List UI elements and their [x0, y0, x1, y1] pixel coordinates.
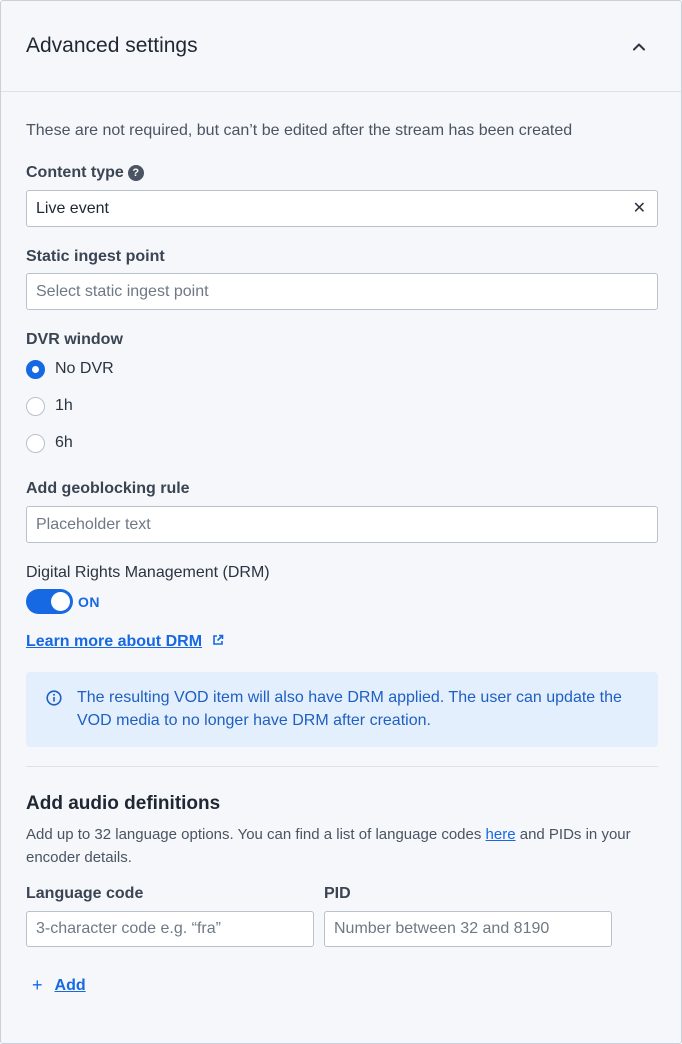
add-label: Add [54, 976, 86, 994]
close-icon[interactable]: ✕ [633, 191, 646, 226]
radio-option-1h[interactable]: 1h [26, 395, 73, 417]
content-type-label-text: Content type [26, 164, 124, 181]
drm-toggle[interactable] [26, 589, 73, 614]
audio-definitions-title: Add audio definitions [26, 793, 221, 814]
content-type-select[interactable]: Live event ✕ [26, 190, 658, 227]
panel-header[interactable]: Advanced settings [1, 1, 681, 92]
radio-button[interactable] [26, 396, 45, 416]
dvr-window-label: DVR window [26, 331, 123, 348]
radio-option-6h[interactable]: 6h [26, 432, 73, 454]
drm-label: Digital Rights Management (DRM) [26, 564, 270, 581]
learn-more-drm-text[interactable]: Learn more about DRM [26, 633, 202, 650]
chevron-up-icon [633, 43, 645, 51]
info-icon [46, 690, 62, 706]
geoblocking-placeholder: Placeholder text [36, 516, 151, 533]
collapse-button[interactable] [625, 33, 653, 61]
radio-label: 1h [55, 397, 73, 414]
geoblocking-input[interactable]: Placeholder text [26, 506, 658, 543]
static-ingest-placeholder: Select static ingest point [36, 283, 209, 300]
content-type-label: Content type? [26, 164, 144, 182]
divider [26, 766, 658, 767]
geoblocking-label: Add geoblocking rule [26, 480, 190, 497]
content-type-value: Live event [36, 200, 109, 217]
radio-button[interactable] [26, 359, 45, 379]
intro-text: These are not required, but can’t be edi… [26, 122, 573, 139]
language-code-label: Language code [26, 885, 144, 902]
radio-label: No DVR [55, 360, 114, 377]
drm-toggle-state: ON [78, 593, 100, 610]
external-link-icon [213, 634, 224, 645]
radio-label: 6h [55, 434, 73, 451]
language-code-input[interactable]: 3-character code e.g. “fra” [26, 911, 314, 947]
pid-placeholder: Number between 32 and 8190 [334, 920, 550, 937]
language-code-placeholder: 3-character code e.g. “fra” [36, 920, 221, 937]
audio-definitions-description: Add up to 32 language options. You can f… [26, 823, 666, 869]
drm-info-text: The resulting VOD item will also have DR… [77, 689, 622, 729]
plus-icon: + [32, 975, 43, 995]
panel-title: Advanced settings [26, 34, 198, 57]
pid-label: PID [324, 885, 351, 902]
drm-toggle-row: ON [26, 589, 100, 614]
advanced-settings-panel: Advanced settings These are not required… [0, 0, 682, 1044]
static-ingest-select[interactable]: Select static ingest point [26, 273, 658, 310]
radio-option-no-dvr[interactable]: No DVR [26, 358, 114, 380]
drm-info-alert: The resulting VOD item will also have DR… [26, 672, 658, 747]
desc-text-before: Add up to 32 language options. You can f… [26, 826, 486, 843]
static-ingest-label: Static ingest point [26, 248, 165, 265]
radio-button[interactable] [26, 433, 45, 453]
add-audio-button[interactable]: + Add [32, 975, 86, 996]
language-codes-link[interactable]: here [486, 826, 516, 843]
learn-more-drm-link[interactable]: Learn more about DRM [26, 633, 224, 651]
help-icon[interactable]: ? [127, 165, 144, 181]
pid-input[interactable]: Number between 32 and 8190 [324, 911, 612, 947]
